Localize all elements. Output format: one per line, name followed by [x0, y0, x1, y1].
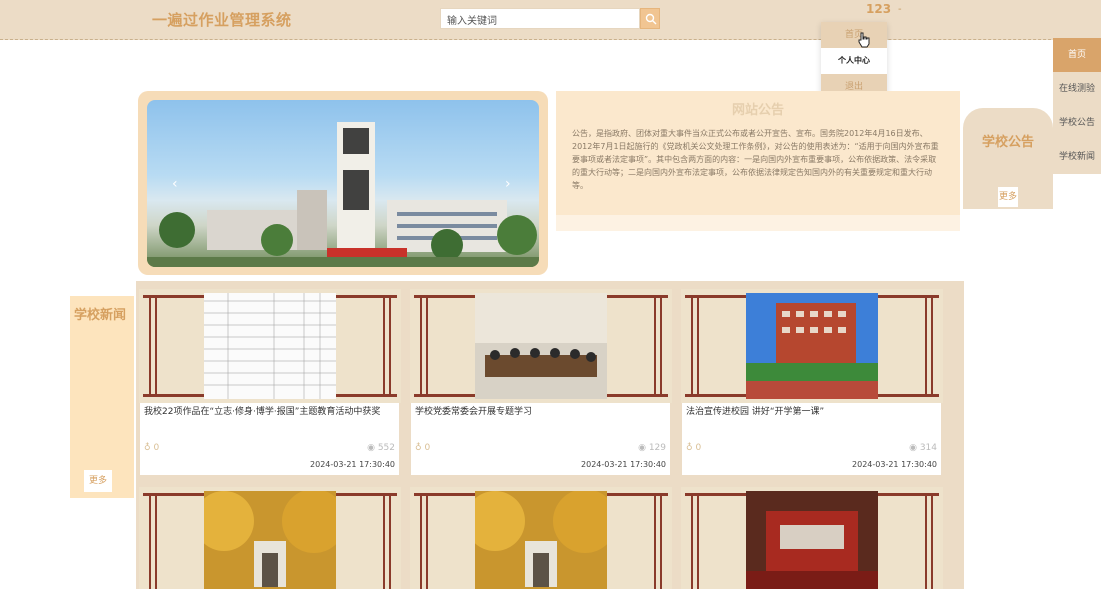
user-dropdown: 首页 个人中心 退出	[821, 22, 887, 100]
news-date: 2024-03-21 17:30:40	[310, 460, 395, 469]
top-header: 一遍过作业管理系统 输入关键词 123 -	[0, 0, 1101, 40]
right-nav: 首页 在线测验 学校公告 学校新闻	[1053, 38, 1101, 174]
user-separator: -	[898, 4, 902, 15]
nav-item-school-notice[interactable]: 学校公告	[1053, 106, 1101, 140]
news-label: 学校新闻	[74, 308, 127, 323]
username[interactable]: 123	[866, 2, 891, 16]
news-image-frame[interactable]	[681, 487, 943, 589]
nav-item-school-news[interactable]: 学校新闻	[1053, 140, 1101, 174]
view-count: ◉ 552	[367, 443, 395, 453]
news-label-box	[70, 296, 134, 498]
notice-body: 公告，是指政府、团体对重大事件当众正式公布或者公开宣告、宣布。国务院2012年4…	[572, 129, 939, 190]
news-image	[475, 293, 607, 399]
news-card[interactable]: 学校党委常委会开展专题学习 ♁ 0 ◉ 129 2024-03-21 17:30…	[411, 403, 670, 475]
pointer-cursor-icon	[858, 32, 870, 48]
school-notice-title: 学校公告	[981, 135, 1034, 150]
news-image-frame[interactable]	[139, 487, 401, 589]
news-image	[746, 491, 878, 589]
news-title[interactable]: 我校22项作品在“立志·修身·博学·报国”主题教育活动中获奖	[144, 406, 394, 418]
news-image	[204, 293, 336, 399]
nav-item-home[interactable]: 首页	[1053, 38, 1101, 72]
school-notice-more-button[interactable]: 更多	[998, 187, 1018, 207]
news-image-frame[interactable]	[410, 289, 672, 403]
news-image-frame[interactable]	[139, 289, 401, 403]
news-card[interactable]: 法治宣传进校园 讲好“开学第一课” ♁ 0 ◉ 314 2024-03-21 1…	[682, 403, 941, 475]
site-logo[interactable]: 一遍过作业管理系统	[152, 9, 292, 30]
banner-carousel[interactable]	[147, 100, 539, 267]
news-date: 2024-03-21 17:30:40	[852, 460, 937, 469]
news-image-frame[interactable]	[681, 289, 943, 403]
notice-title: 网站公告	[731, 103, 784, 118]
banner-next-button[interactable]: ›	[505, 176, 511, 192]
news-image	[204, 491, 336, 589]
news-date: 2024-03-21 17:30:40	[581, 460, 666, 469]
nav-item-quiz[interactable]: 在线测验	[1053, 72, 1101, 106]
news-title[interactable]: 法治宣传进校园 讲好“开学第一课”	[686, 406, 936, 418]
search-input[interactable]: 输入关键词	[440, 8, 640, 29]
like-count[interactable]: ♁ 0	[415, 443, 430, 453]
banner-prev-button[interactable]: ‹	[172, 176, 178, 192]
news-image	[746, 293, 878, 399]
view-count: ◉ 314	[909, 443, 937, 453]
search-button[interactable]	[640, 8, 660, 29]
dropdown-item-profile[interactable]: 个人中心	[821, 48, 887, 74]
like-count[interactable]: ♁ 0	[144, 443, 159, 453]
news-image-frame[interactable]	[410, 487, 672, 589]
news-image	[475, 491, 607, 589]
news-card[interactable]: 我校22项作品在“立志·修身·博学·报国”主题教育活动中获奖 ♁ 0 ◉ 552…	[140, 403, 399, 475]
campus-image	[147, 122, 539, 267]
search-icon	[645, 13, 657, 25]
like-count[interactable]: ♁ 0	[686, 443, 701, 453]
news-title[interactable]: 学校党委常委会开展专题学习	[415, 406, 665, 418]
news-more-button[interactable]: 更多	[84, 470, 112, 492]
dropdown-item-home[interactable]: 首页	[821, 22, 887, 48]
view-count: ◉ 129	[638, 443, 666, 453]
